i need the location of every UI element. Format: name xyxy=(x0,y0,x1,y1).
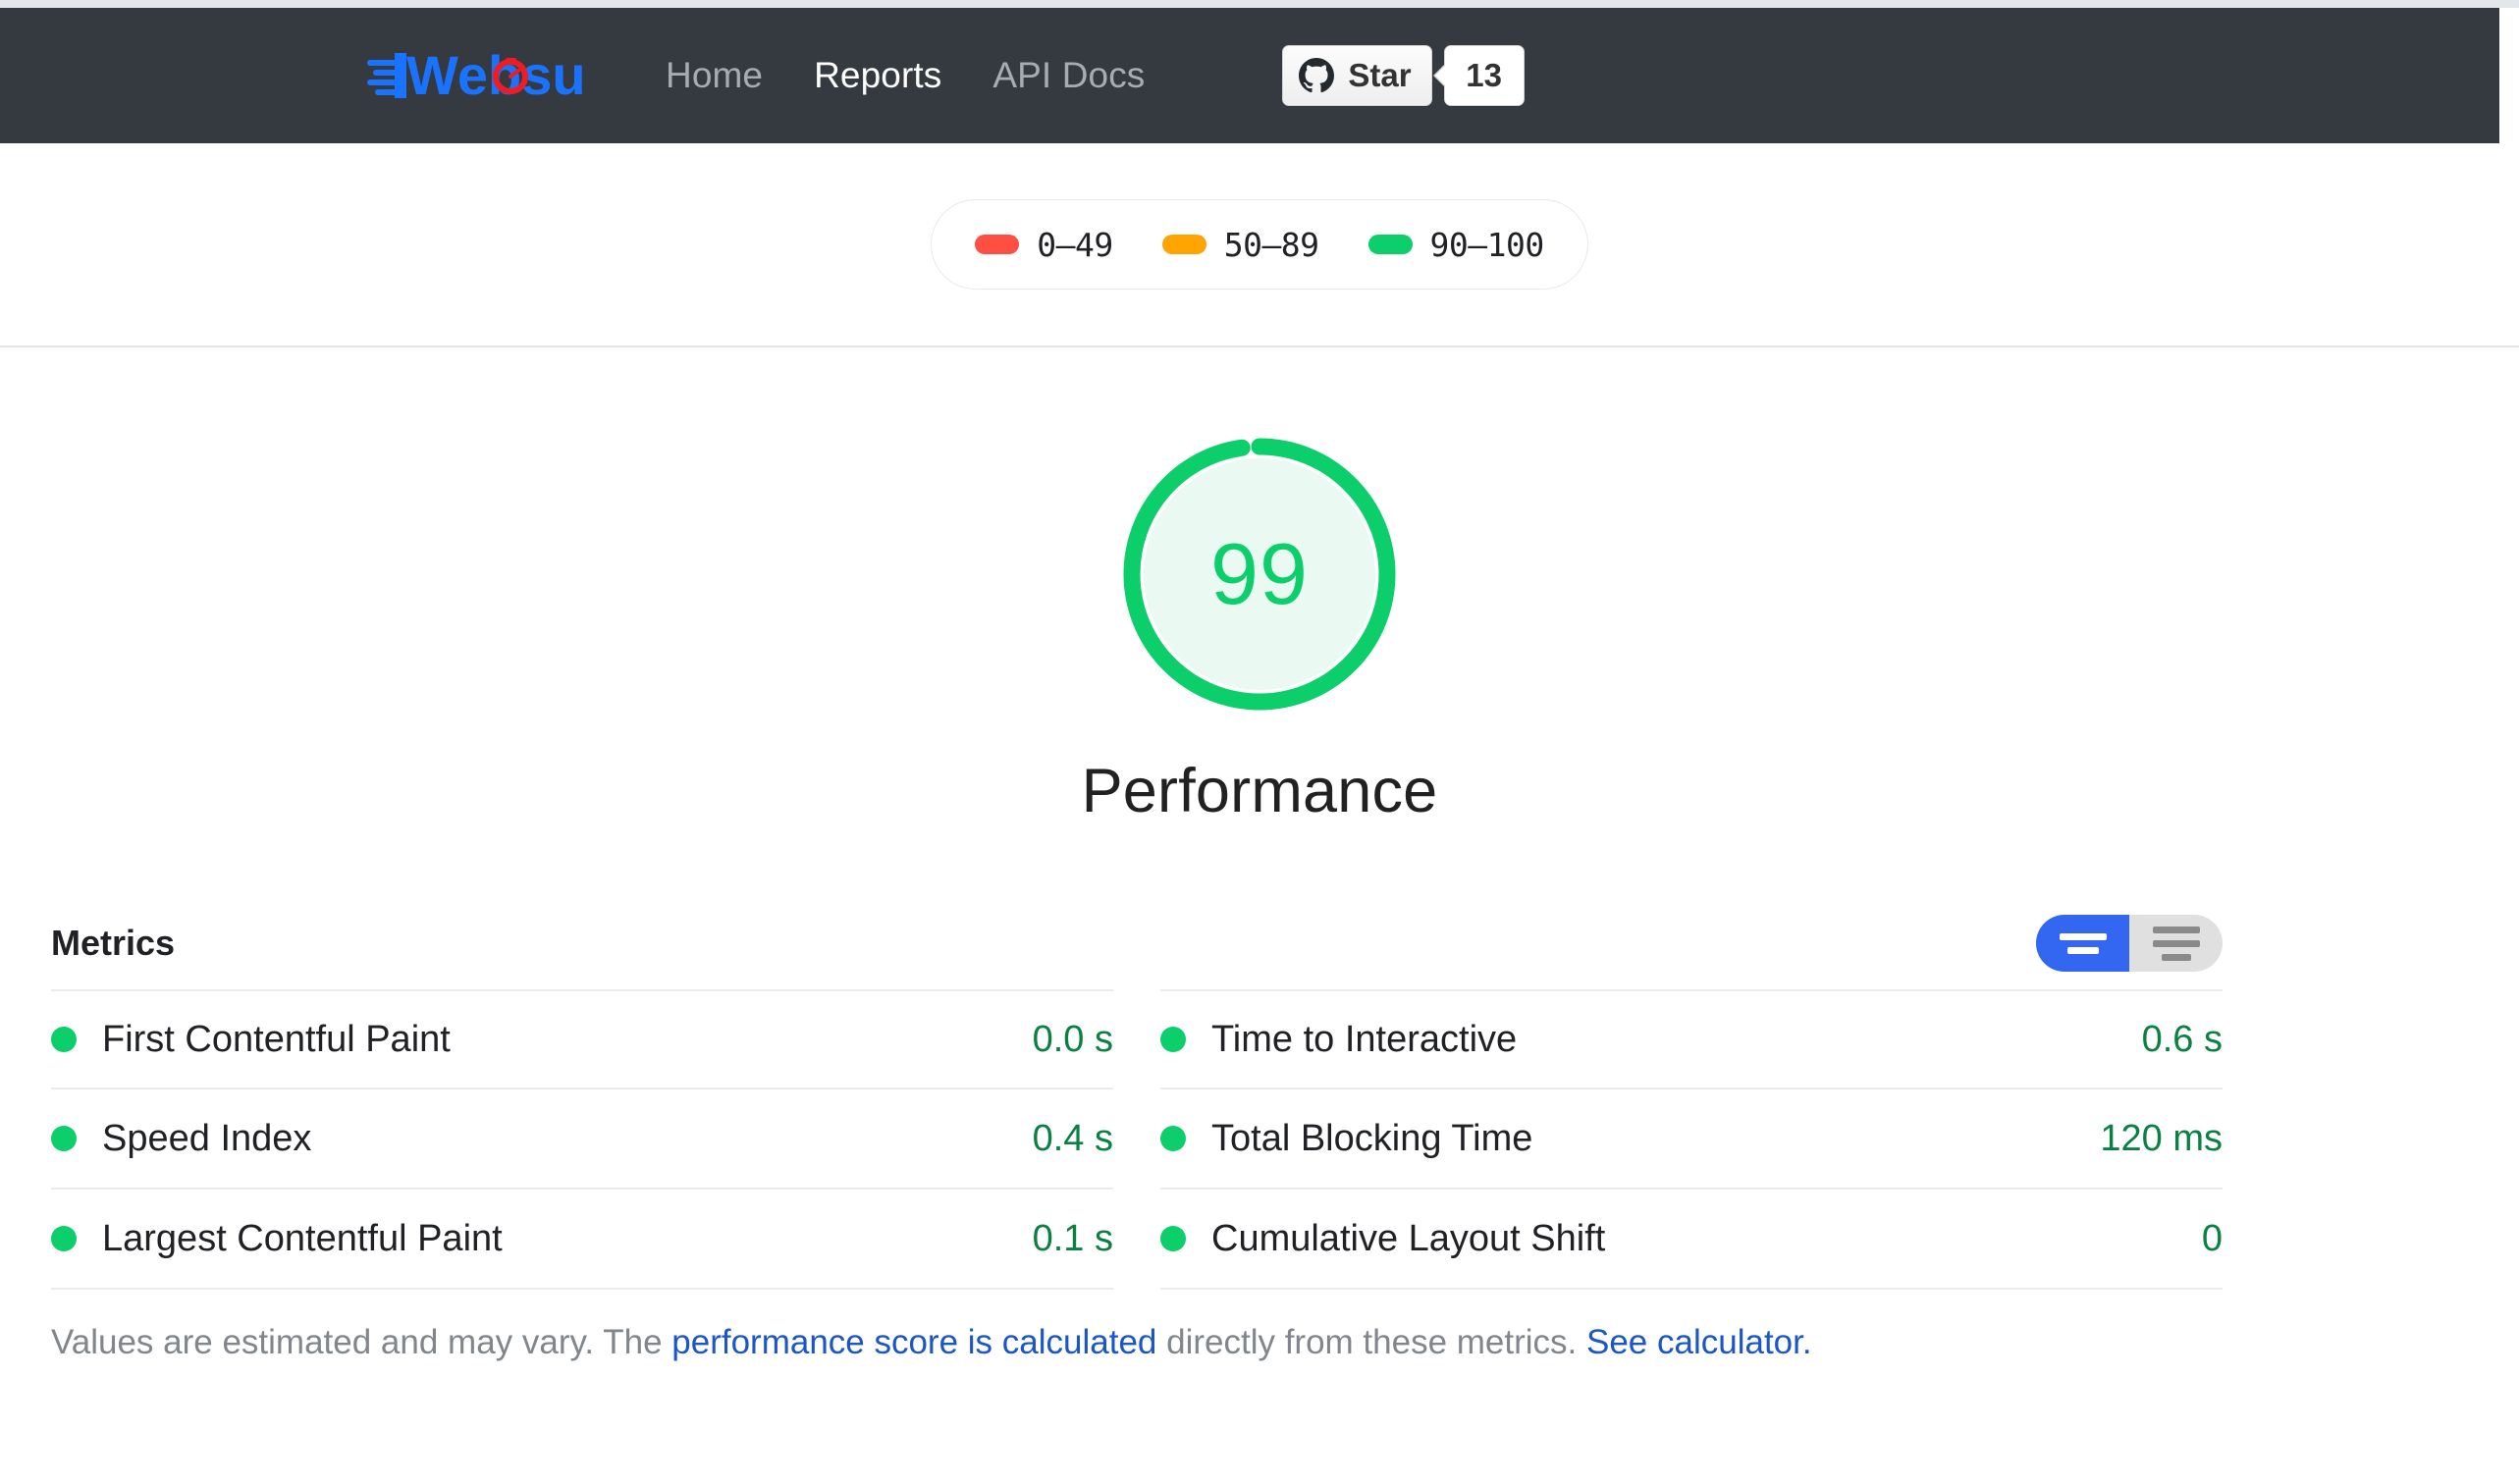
github-star-label: Star xyxy=(1348,57,1412,93)
brand-logo[interactable]: Websu xyxy=(367,8,609,143)
page-top-strip xyxy=(0,0,2519,8)
metric-row[interactable]: Largest Contentful Paint 0.1 s xyxy=(51,1190,1113,1290)
nav-link-reports[interactable]: Reports xyxy=(814,55,941,96)
metrics-column-right: Time to Interactive 0.6 s Total Blocking… xyxy=(1160,989,2223,1290)
status-dot-pass-icon xyxy=(1160,1027,1186,1052)
status-dot-pass-icon xyxy=(1160,1126,1186,1151)
legend-label-pass: 90–100 xyxy=(1429,225,1545,264)
metric-value: 0.1 s xyxy=(1032,1217,1113,1259)
metric-row[interactable]: Time to Interactive 0.6 s xyxy=(1160,989,2223,1089)
see-calculator-link[interactable]: See calculator. xyxy=(1586,1323,1812,1361)
top-navbar: Websu Home Reports API Docs Star 13 xyxy=(0,8,2499,143)
metrics-header: Metrics xyxy=(51,903,2223,983)
legend-item-pass: 90–100 xyxy=(1367,225,1545,264)
performance-score-gauge[interactable]: 99 xyxy=(1117,432,1402,716)
metric-row[interactable]: Speed Index 0.4 s xyxy=(51,1089,1113,1190)
metric-row[interactable]: Total Blocking Time 120 ms xyxy=(1160,1089,2223,1190)
metric-row[interactable]: Cumulative Layout Shift 0 xyxy=(1160,1190,2223,1290)
status-dot-pass-icon xyxy=(51,1027,77,1052)
toggle-bar xyxy=(2152,939,2200,947)
metric-label: Total Blocking Time xyxy=(1211,1117,1533,1159)
github-octocat-icon xyxy=(1299,58,1335,93)
toggle-bar xyxy=(2059,932,2107,940)
legend-pill-green-icon xyxy=(1367,235,1413,254)
websu-speed-logo-icon: Websu xyxy=(367,48,609,103)
section-divider xyxy=(0,345,2519,347)
legend-pill-orange-icon xyxy=(1161,235,1206,254)
github-star-button[interactable]: Star xyxy=(1282,45,1432,106)
metrics-view-toggle[interactable] xyxy=(2036,915,2223,972)
nav-link-home[interactable]: Home xyxy=(666,55,763,96)
metrics-columns: First Contentful Paint 0.0 s Speed Index… xyxy=(51,989,2223,1290)
legend-item-average: 50–89 xyxy=(1161,225,1319,264)
toggle-bar xyxy=(2161,953,2191,961)
legend-item-fail: 0–49 xyxy=(975,225,1113,264)
nav-link-api-docs[interactable]: API Docs xyxy=(992,55,1145,96)
metric-label: Cumulative Layout Shift xyxy=(1211,1217,1606,1259)
nav-links: Home Reports API Docs xyxy=(666,55,1145,96)
github-star-count[interactable]: 13 xyxy=(1443,45,1525,106)
metric-value: 0.4 s xyxy=(1032,1117,1113,1159)
disclaimer-text-1: Values are estimated and may vary. The xyxy=(51,1323,672,1361)
metrics-column-left: First Contentful Paint 0.0 s Speed Index… xyxy=(51,989,1113,1290)
metric-value: 0.0 s xyxy=(1032,1018,1113,1060)
metric-label: First Contentful Paint xyxy=(102,1018,451,1060)
score-legend: 0–49 50–89 90–100 xyxy=(931,199,1588,290)
score-legend-area: 0–49 50–89 90–100 xyxy=(0,143,2519,345)
metric-value: 120 ms xyxy=(2100,1117,2223,1159)
toggle-bar xyxy=(2066,946,2099,954)
metric-value: 0 xyxy=(2201,1217,2223,1259)
gauge-score-value: 99 xyxy=(1210,525,1309,622)
metrics-section: Metrics First Contentful Paint 0.0 s Spe… xyxy=(51,903,2223,1364)
detailed-view-icon[interactable] xyxy=(2129,915,2223,972)
metric-row[interactable]: First Contentful Paint 0.0 s xyxy=(51,989,1113,1089)
metric-value: 0.6 s xyxy=(2141,1018,2223,1060)
performance-score-link[interactable]: performance score is calculated xyxy=(671,1323,1156,1361)
metrics-title: Metrics xyxy=(51,923,176,963)
metric-label: Time to Interactive xyxy=(1211,1018,1518,1060)
gauge-category-title: Performance xyxy=(1081,757,1438,825)
toggle-bar xyxy=(2152,926,2200,933)
simple-view-icon[interactable] xyxy=(2036,915,2129,972)
status-dot-pass-icon xyxy=(1160,1226,1186,1251)
disclaimer-text-2: directly from these metrics. xyxy=(1156,1323,1586,1361)
status-dot-pass-icon xyxy=(51,1226,77,1251)
github-star-count-wrapper: 13 xyxy=(1443,45,1525,106)
github-star-widget: Star 13 xyxy=(1282,45,1525,106)
legend-label-fail: 0–49 xyxy=(1037,225,1113,264)
status-dot-pass-icon xyxy=(51,1126,77,1151)
metric-label: Largest Contentful Paint xyxy=(102,1217,503,1259)
legend-pill-red-icon xyxy=(975,235,1020,254)
score-gauge-area: 99 Performance xyxy=(0,432,2519,826)
metric-label: Speed Index xyxy=(102,1117,312,1159)
metrics-disclaimer: Values are estimated and may vary. The p… xyxy=(51,1321,2223,1364)
lighthouse-report-page: Websu Home Reports API Docs Star 13 0–49… xyxy=(0,0,2519,1484)
legend-label-average: 50–89 xyxy=(1223,225,1319,264)
